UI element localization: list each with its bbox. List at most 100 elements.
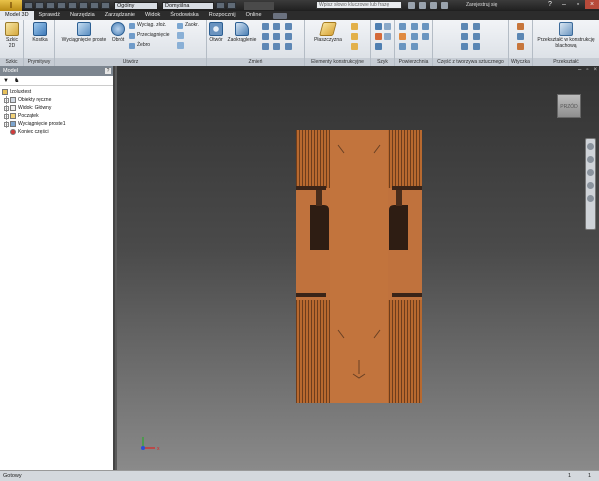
doc-close-button[interactable]: × bbox=[593, 67, 597, 73]
revolve-button[interactable]: Obrót bbox=[109, 22, 127, 43]
close-button[interactable]: × bbox=[585, 0, 599, 9]
expand-icon[interactable]: + bbox=[4, 113, 9, 119]
lip-icon[interactable] bbox=[473, 43, 480, 50]
color-override-icon[interactable] bbox=[216, 2, 225, 9]
tree-node-view[interactable]: + Widok: Główny bbox=[0, 104, 113, 112]
select-icon[interactable] bbox=[90, 2, 99, 9]
circular-pattern-icon[interactable] bbox=[375, 33, 382, 40]
grill-icon[interactable] bbox=[461, 23, 468, 30]
minimize-button[interactable]: – bbox=[557, 0, 571, 9]
sign-in-link[interactable]: Zarejestruj się bbox=[466, 1, 497, 9]
tab-online[interactable]: Online bbox=[241, 11, 267, 20]
chamfer-icon[interactable] bbox=[262, 23, 269, 30]
snap-fit-icon[interactable] bbox=[473, 23, 480, 30]
szyk-extra-1-icon[interactable] bbox=[384, 23, 391, 30]
filter-icon[interactable]: ▼ bbox=[3, 78, 9, 84]
tab-rozpocznij[interactable]: Rozpocznij bbox=[204, 11, 241, 20]
convert-sheet-metal-button[interactable]: Przekształć w konstrukcję blachową bbox=[537, 22, 595, 49]
redo-icon[interactable] bbox=[68, 2, 77, 9]
plane-button[interactable]: Płaszczyzna bbox=[311, 22, 345, 43]
tab-model-3d[interactable]: Model 3D bbox=[0, 11, 34, 20]
axis-icon[interactable] bbox=[351, 23, 358, 30]
rest-icon[interactable] bbox=[461, 43, 468, 50]
undo-icon[interactable] bbox=[57, 2, 66, 9]
help-icon[interactable]: ? bbox=[543, 0, 557, 9]
expand-icon[interactable]: + bbox=[4, 121, 9, 127]
point-icon[interactable] bbox=[351, 33, 358, 40]
tab-narzedzia[interactable]: Narzędzia bbox=[65, 11, 100, 20]
draft-icon[interactable] bbox=[285, 23, 292, 30]
box-button[interactable]: Kostka bbox=[30, 22, 50, 43]
boss-icon[interactable] bbox=[461, 33, 468, 40]
coil-icon[interactable] bbox=[177, 32, 184, 39]
maximize-button[interactable]: ▫ bbox=[571, 0, 585, 9]
ucs-icon[interactable] bbox=[351, 43, 358, 50]
search-input[interactable]: Wpisz słowo kluczowe lub frazę bbox=[316, 1, 402, 9]
replace-face-icon[interactable] bbox=[422, 23, 429, 30]
subscription-icon[interactable] bbox=[419, 2, 426, 9]
save-icon[interactable] bbox=[46, 2, 55, 9]
expand-icon[interactable]: + bbox=[4, 97, 9, 103]
search-icon[interactable] bbox=[408, 2, 415, 9]
look-at-icon[interactable] bbox=[587, 195, 594, 202]
thread-icon[interactable] bbox=[262, 33, 269, 40]
copy-object-icon[interactable] bbox=[273, 43, 280, 50]
tree-node-origin[interactable]: + Początek bbox=[0, 112, 113, 120]
doc-restore-button[interactable]: ▫ bbox=[586, 67, 588, 73]
tab-sprawdz[interactable]: Sprawdź bbox=[34, 11, 65, 20]
mirror-icon[interactable] bbox=[375, 43, 382, 50]
sculpt-icon[interactable] bbox=[399, 43, 406, 50]
material-combo[interactable]: Domyślna bbox=[162, 1, 214, 10]
open-icon[interactable] bbox=[35, 2, 44, 9]
plugin-2-icon[interactable] bbox=[517, 33, 524, 40]
emboss-icon[interactable] bbox=[177, 42, 184, 49]
viewcube[interactable]: PRZÓD bbox=[557, 94, 581, 118]
browser-help-icon[interactable]: ? bbox=[105, 68, 111, 74]
tree-node-solids[interactable]: + Obiekty ręczne bbox=[0, 96, 113, 104]
extrude-button[interactable]: Wyciągnięcie proste bbox=[59, 22, 109, 43]
tab-srodowiska[interactable]: Środowiska bbox=[165, 11, 203, 20]
application-menu-button[interactable]: I bbox=[0, 0, 22, 11]
rectangular-pattern-icon[interactable] bbox=[375, 23, 382, 30]
patch-icon[interactable] bbox=[411, 23, 418, 30]
style-combo[interactable]: Ogólny bbox=[114, 1, 158, 10]
pan-icon[interactable] bbox=[587, 156, 594, 163]
sweep-button[interactable]: Przeciągnięcie bbox=[129, 32, 170, 39]
tree-node-end-of-part[interactable]: Koniec części bbox=[0, 128, 113, 136]
browser-title[interactable]: Model bbox=[3, 68, 18, 74]
combine-icon[interactable] bbox=[285, 33, 292, 40]
doc-minimize-button[interactable]: – bbox=[578, 67, 581, 73]
orbit-icon[interactable] bbox=[587, 182, 594, 189]
ribbon-options-icon[interactable] bbox=[272, 13, 287, 19]
measure-icon[interactable] bbox=[227, 2, 236, 9]
zoom-icon[interactable] bbox=[587, 169, 594, 176]
tree-node-root[interactable]: Izoluxtest bbox=[0, 88, 113, 96]
favorites-icon[interactable] bbox=[441, 2, 448, 9]
plugin-1-icon[interactable] bbox=[517, 23, 524, 30]
fillet-small-button[interactable]: Zaokr. bbox=[177, 22, 199, 29]
extend-icon[interactable] bbox=[411, 43, 418, 50]
tree-node-extrusion[interactable]: + Wyciągnięcie proste1 bbox=[0, 120, 113, 128]
properties-icon[interactable] bbox=[101, 2, 110, 9]
trim-icon[interactable] bbox=[411, 33, 418, 40]
rib-button[interactable]: Żebro bbox=[129, 42, 150, 49]
expand-icon[interactable]: + bbox=[4, 105, 9, 111]
tab-zarzadzanie[interactable]: Zarządzanie bbox=[100, 11, 140, 20]
communication-icon[interactable] bbox=[430, 2, 437, 9]
loft-button[interactable]: Wyciąg. złoż. bbox=[129, 22, 166, 29]
move-face-icon[interactable] bbox=[262, 43, 269, 50]
sketch-2d-button[interactable]: Szkic 2D bbox=[3, 22, 21, 49]
part-model[interactable] bbox=[296, 130, 422, 403]
rule-fillet-icon[interactable] bbox=[473, 33, 480, 40]
split-icon[interactable] bbox=[273, 33, 280, 40]
plugin-3-icon[interactable] bbox=[517, 43, 524, 50]
fillet-button[interactable]: Zaokrąglenie bbox=[227, 22, 257, 43]
steering-wheel-icon[interactable] bbox=[587, 143, 594, 150]
graphics-viewport[interactable]: – ▫ × PRZÓD x bbox=[117, 66, 599, 470]
tab-widok[interactable]: Widok bbox=[140, 11, 165, 20]
find-icon[interactable]: ♞ bbox=[14, 77, 19, 84]
shell-icon[interactable] bbox=[273, 23, 280, 30]
hole-button[interactable]: Otwór bbox=[207, 22, 225, 43]
delete-face-icon[interactable] bbox=[422, 33, 429, 40]
new-icon[interactable] bbox=[24, 2, 33, 9]
